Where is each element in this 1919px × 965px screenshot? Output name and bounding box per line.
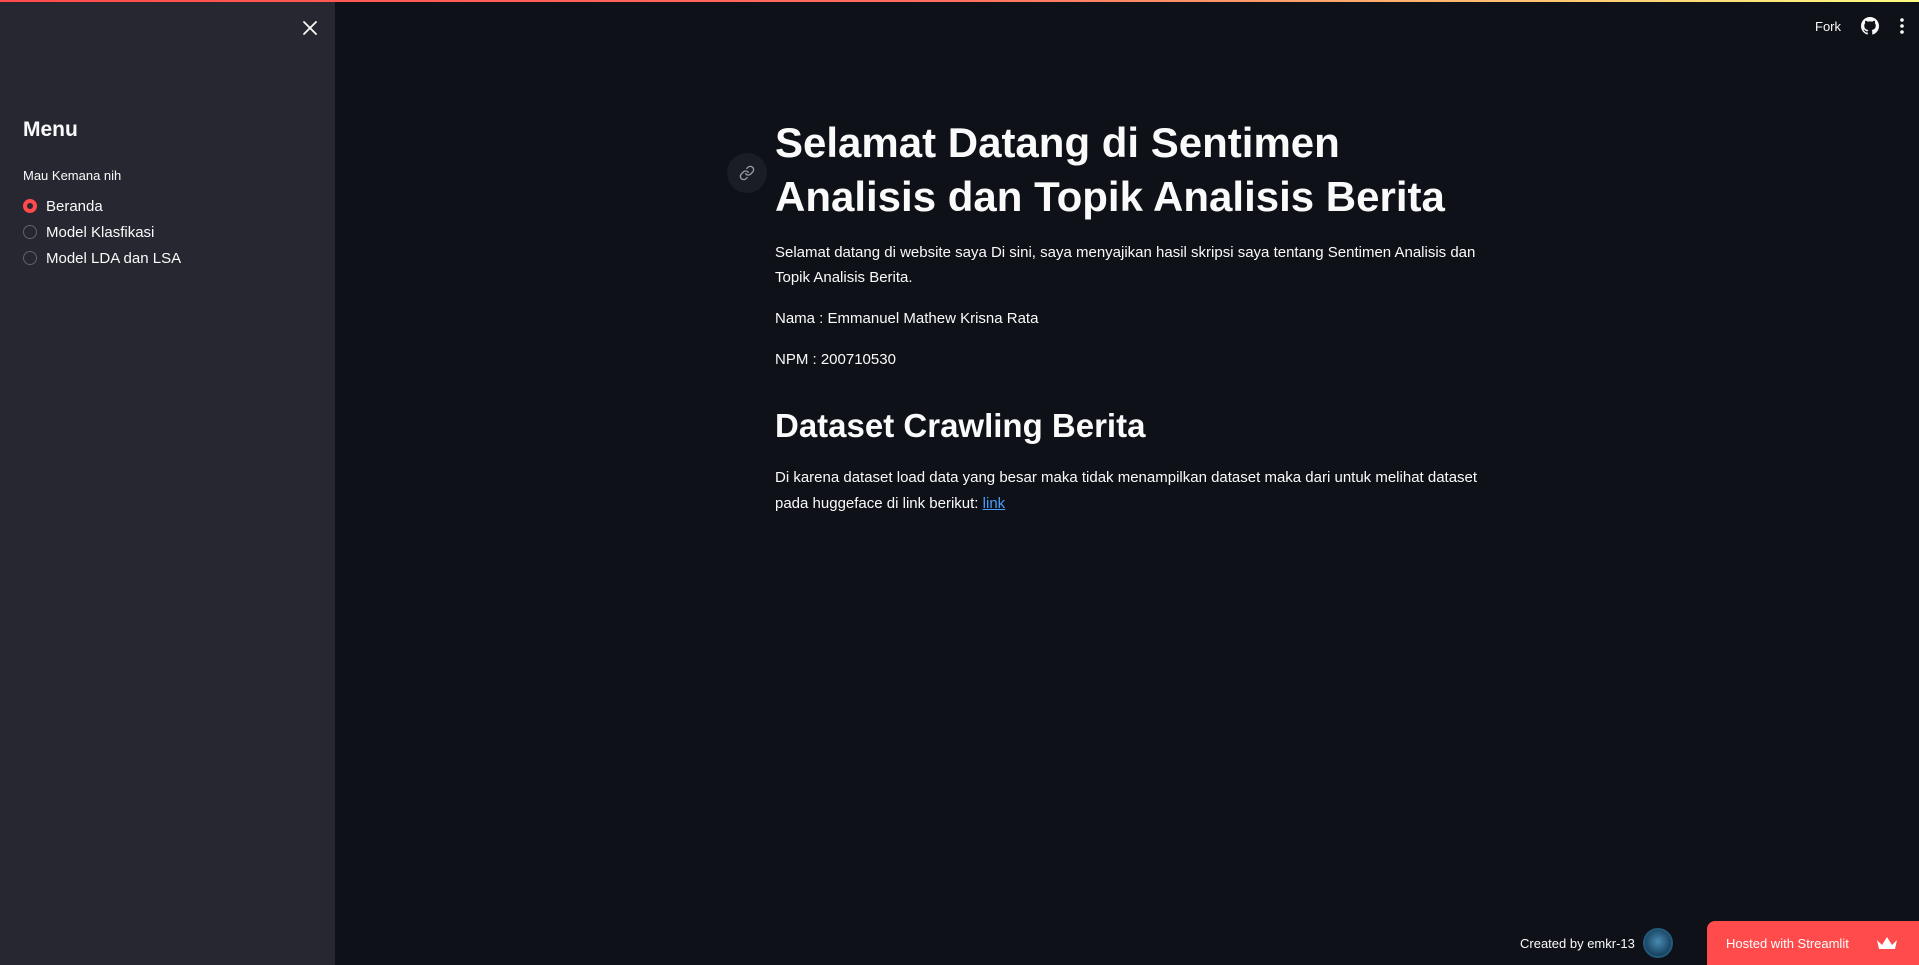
dataset-description: Di karena dataset load data yang besar m… [775, 469, 1478, 512]
main-menu-button[interactable] [1899, 17, 1905, 35]
radio-option-model-klasifikasi[interactable]: Model Klasfikasi [23, 219, 181, 245]
section-heading: Dataset Crawling Berita [775, 407, 1146, 444]
crown-icon [1875, 935, 1899, 951]
creator-avatar[interactable] [1642, 928, 1673, 958]
sidebar-title: Menu [23, 118, 78, 141]
close-icon [303, 21, 317, 35]
github-button[interactable] [1861, 17, 1879, 35]
radio-button[interactable] [23, 251, 37, 265]
header-toolbar: Fork [1815, 14, 1905, 38]
intro-paragraph: Selamat datang di website saya Di sini, … [775, 244, 1476, 286]
radio-option-model-lda-lsa[interactable]: Model LDA dan LSA [23, 245, 181, 271]
footer-created-by: Created by emkr-13 [1520, 921, 1673, 965]
dataset-paragraph: Di karena dataset load data yang besar m… [775, 465, 1495, 517]
github-icon [1861, 17, 1879, 35]
radio-button[interactable] [23, 225, 37, 239]
radio-option-label: Beranda [46, 197, 103, 215]
top-decoration-bar [0, 0, 1919, 2]
nama-text: Nama : Emmanuel Mathew Krisna Rata [775, 310, 1039, 327]
app-root: Menu Mau Kemana nih Beranda Model Klasfi… [0, 0, 1919, 965]
navigation-radio-group: Beranda Model Klasfikasi Model LDA dan L… [23, 193, 181, 271]
created-by-text: Created by emkr-13 [1520, 935, 1635, 951]
npm-text: NPM : 200710530 [775, 351, 896, 368]
hosted-with-streamlit-button[interactable]: Hosted with Streamlit [1707, 921, 1919, 965]
sidebar: Menu Mau Kemana nih Beranda Model Klasfi… [0, 0, 335, 965]
radio-option-label: Model LDA dan LSA [46, 249, 182, 267]
radio-button-selected[interactable] [23, 199, 37, 213]
heading-anchor-link[interactable] [727, 153, 767, 193]
link-icon [739, 165, 755, 181]
radio-option-label: Model Klasfikasi [46, 223, 155, 241]
close-sidebar-button[interactable] [296, 14, 324, 42]
dataset-link[interactable]: link [983, 495, 1006, 512]
hosted-label: Hosted with Streamlit [1726, 935, 1849, 951]
radio-option-beranda[interactable]: Beranda [23, 193, 181, 219]
radio-group-label: Mau Kemana nih [23, 168, 122, 183]
more-vertical-icon [1900, 18, 1904, 34]
fork-button[interactable]: Fork [1815, 19, 1841, 34]
page-title: Selamat Datang di Sentimen Analisis dan … [775, 119, 1445, 220]
